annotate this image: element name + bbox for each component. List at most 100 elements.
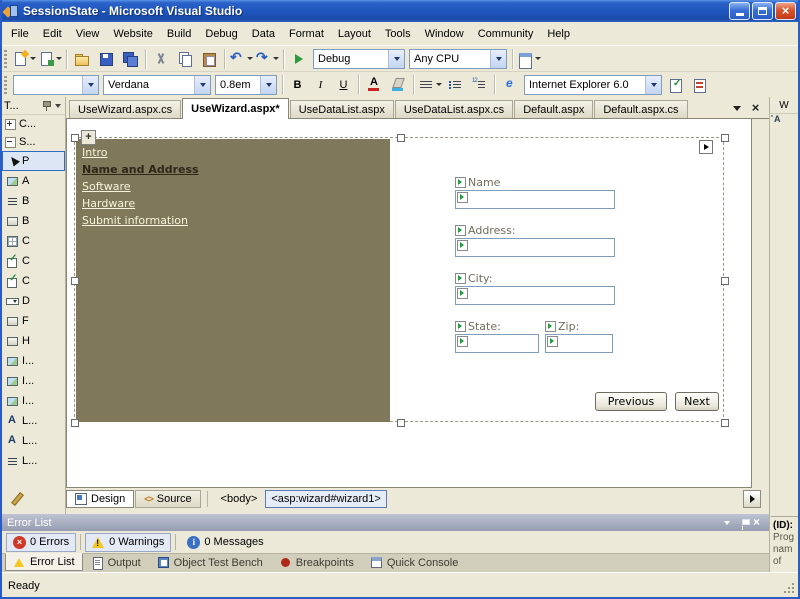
redo-button[interactable] [254, 48, 280, 70]
wizard-step-link-hardware[interactable]: Hardware [82, 196, 384, 211]
font-name-combo[interactable]: Verdana [103, 75, 211, 95]
wizard-step-link-software[interactable]: Software [82, 179, 384, 194]
next-button[interactable]: Next [675, 392, 719, 411]
address-textbox[interactable] [455, 238, 615, 257]
toolbox-item-imagemap[interactable]: I... [2, 391, 65, 411]
check-accessibility-button[interactable] [664, 74, 688, 96]
toolbox-item-image[interactable]: I... [2, 351, 65, 371]
smart-tag-button[interactable] [699, 140, 713, 154]
design-tab[interactable]: Design [66, 490, 134, 508]
underline-button[interactable]: U [332, 73, 355, 96]
name-textbox[interactable] [455, 190, 615, 209]
doc-tab-usewizard-cs[interactable]: UseWizard.aspx.cs [69, 100, 181, 118]
debug-config-combo[interactable]: Debug [313, 49, 405, 69]
previous-button[interactable]: Previous [595, 392, 667, 411]
move-glyph[interactable] [81, 130, 96, 145]
tag-scroll-right-button[interactable] [743, 490, 761, 508]
properties-panel-title[interactable]: W [770, 97, 798, 114]
wizard-step-link-name-and-address[interactable]: Name and Address [82, 162, 384, 177]
doc-tab-default-aspx[interactable]: Default.aspx [514, 100, 593, 118]
maximize-button[interactable] [752, 2, 773, 20]
toolbox-item-pointer[interactable]: P [2, 151, 65, 171]
minimize-button[interactable] [729, 2, 750, 20]
selection-handle-w[interactable] [71, 277, 79, 285]
menu-item-view[interactable]: View [69, 25, 107, 43]
source-tab[interactable]: Source [135, 490, 200, 508]
pin-icon[interactable] [41, 99, 52, 112]
copy-button[interactable] [173, 48, 197, 70]
other-windows-button[interactable] [516, 48, 542, 70]
resize-grip[interactable] [792, 583, 794, 585]
selection-handle-ne[interactable] [721, 134, 729, 142]
menu-item-window[interactable]: Window [418, 25, 471, 43]
toolbox-item-checkbox[interactable]: C [2, 251, 65, 271]
bulleted-list-button[interactable] [443, 74, 467, 96]
toolbox-group-collapsed[interactable]: C... [2, 115, 65, 133]
toolbox-item-button[interactable]: B [2, 211, 65, 231]
toolbox-item-listbox[interactable]: L... [2, 451, 65, 471]
panel-tab-error-list[interactable]: Error List [5, 553, 83, 571]
selection-handle-sw[interactable] [71, 419, 79, 427]
toolbox-group-standard[interactable]: S... [2, 133, 65, 151]
toolbox-item-imagebutton[interactable]: I... [2, 371, 65, 391]
tag-wizard-button[interactable]: <asp:wizard#wizard1> [265, 490, 386, 508]
toolbox-item-linkbutton[interactable]: L... [2, 431, 65, 451]
paste-button[interactable] [197, 48, 221, 70]
panel-close-button[interactable] [749, 516, 764, 529]
selection-handle-e[interactable] [721, 277, 729, 285]
doc-tab-usedatalist-cs[interactable]: UseDataList.aspx.cs [395, 100, 513, 118]
wizard-control[interactable]: Intro Name and Address Software Hardware… [74, 137, 724, 422]
save-button[interactable] [94, 48, 118, 70]
platform-combo[interactable]: Any CPU [409, 49, 507, 69]
menu-item-tools[interactable]: Tools [378, 25, 418, 43]
cut-button[interactable] [149, 48, 173, 70]
bold-button[interactable]: B [286, 73, 309, 96]
panel-tab-breakpoints[interactable]: Breakpoints [271, 554, 362, 571]
font-size-combo[interactable]: 0.8em [215, 75, 277, 95]
style-application-button[interactable] [688, 74, 712, 96]
doc-tab-usedatalist-aspx[interactable]: UseDataList.aspx [290, 100, 394, 118]
highlight-button[interactable] [386, 74, 410, 96]
chevron-down-icon[interactable] [54, 101, 63, 110]
menu-item-build[interactable]: Build [160, 25, 198, 43]
close-button[interactable] [775, 2, 796, 20]
errors-toggle-button[interactable]: 0 Errors [6, 533, 76, 552]
doc-tab-default-cs[interactable]: Default.aspx.cs [594, 100, 687, 118]
toolbar-grip[interactable] [4, 76, 7, 94]
menu-item-website[interactable]: Website [106, 25, 160, 43]
design-surface[interactable]: Intro Name and Address Software Hardware… [66, 119, 752, 488]
wizard-step-link-submit-information[interactable]: Submit information [82, 213, 384, 228]
toolbox-item-adrotator[interactable]: A [2, 171, 65, 191]
wizard-step-link-intro[interactable]: Intro [82, 145, 384, 160]
city-textbox[interactable] [455, 286, 615, 305]
italic-button[interactable]: I [309, 73, 332, 96]
toolbox-header[interactable]: T... [2, 97, 65, 115]
warnings-toggle-button[interactable]: 0 Warnings [85, 533, 171, 552]
alignment-button[interactable] [417, 74, 443, 96]
menu-item-help[interactable]: Help [540, 25, 577, 43]
start-debugging-button[interactable] [287, 48, 311, 70]
active-files-button[interactable] [729, 101, 744, 115]
undo-button[interactable] [228, 48, 254, 70]
toolbox-item-dropdownlist[interactable]: D [2, 291, 65, 311]
toolbox-item-fileupload[interactable]: F [2, 311, 65, 331]
style-combo[interactable] [13, 75, 99, 95]
add-new-item-button[interactable] [37, 48, 63, 70]
new-project-button[interactable] [11, 48, 37, 70]
toolbox-item-hiddenfield[interactable]: H [2, 331, 65, 351]
selection-handle-n[interactable] [397, 134, 405, 142]
messages-toggle-button[interactable]: 0 Messages [180, 533, 270, 552]
menu-item-file[interactable]: File [4, 25, 36, 43]
panel-tab-object-test-bench[interactable]: Object Test Bench [149, 554, 271, 571]
selection-handle-nw[interactable] [71, 134, 79, 142]
open-file-button[interactable] [70, 48, 94, 70]
selection-handle-se[interactable] [721, 419, 729, 427]
panel-tab-output[interactable]: Output [83, 554, 149, 571]
tag-body-button[interactable]: <body> [216, 491, 263, 507]
selection-handle-s[interactable] [397, 419, 405, 427]
menu-item-format[interactable]: Format [282, 25, 331, 43]
toolbox-item-bulletedlist[interactable]: B [2, 191, 65, 211]
doc-tab-usewizard-aspx[interactable]: UseWizard.aspx* [182, 98, 289, 119]
panel-tab-quick-console[interactable]: Quick Console [362, 554, 467, 571]
panel-pin-button[interactable] [734, 516, 749, 529]
